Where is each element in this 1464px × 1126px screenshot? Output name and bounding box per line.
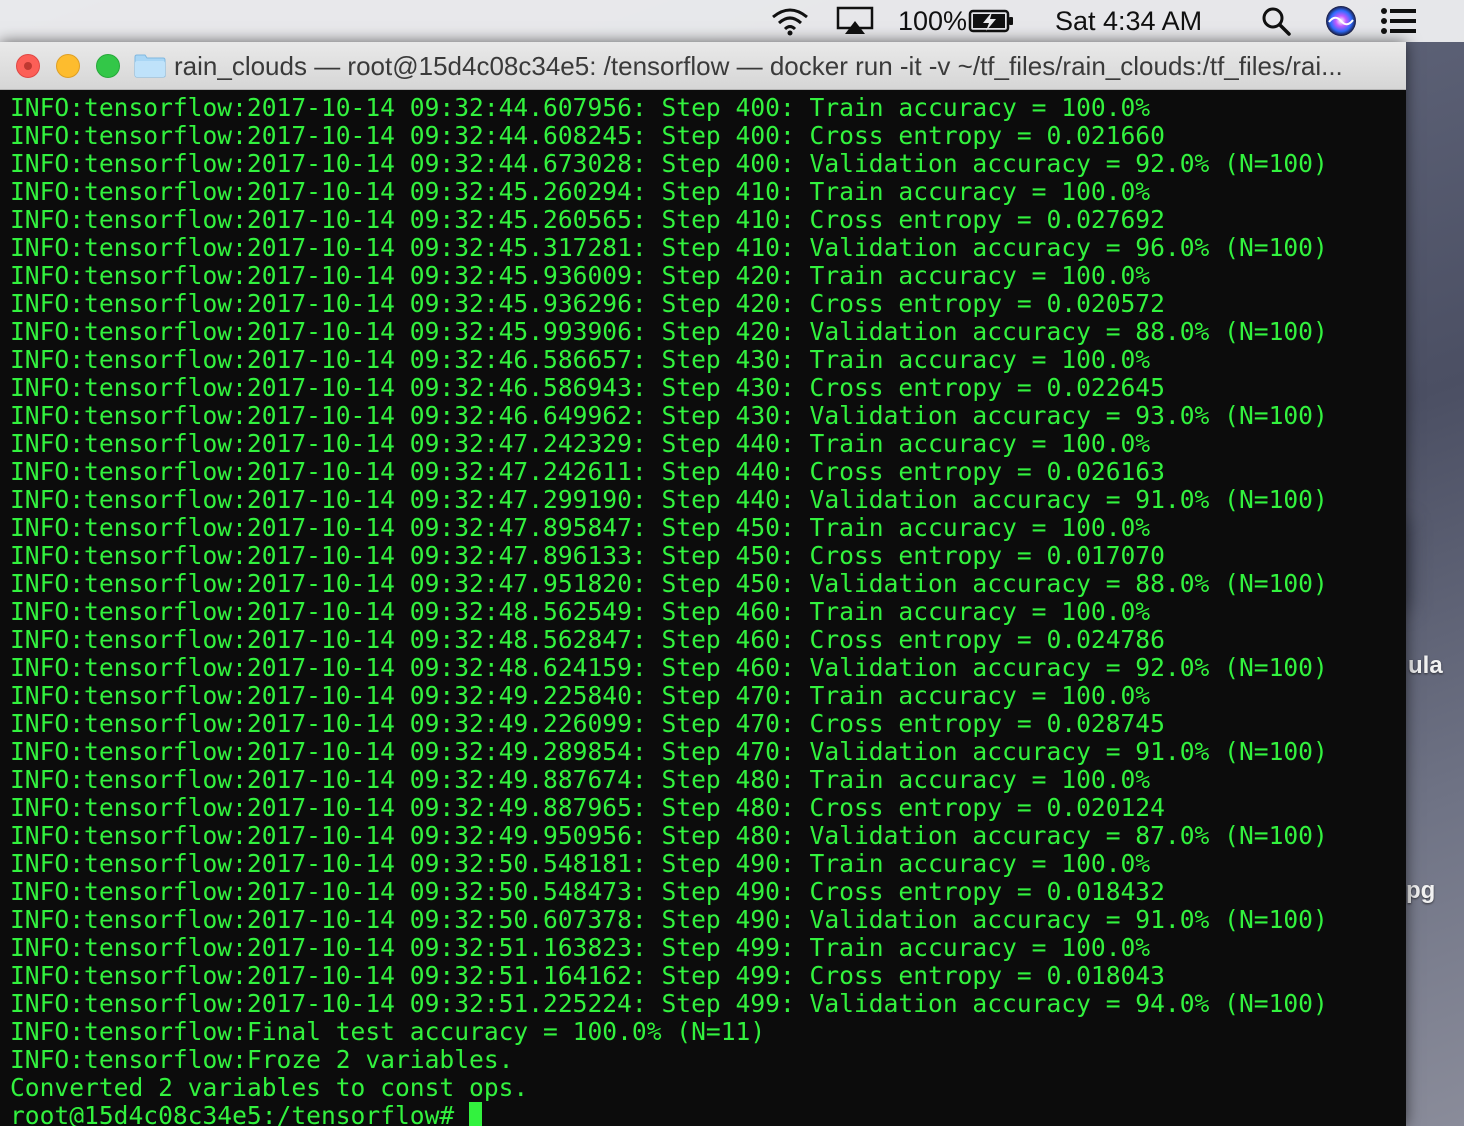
shell-prompt: root@15d4c08c34e5:/tensorflow# (10, 1101, 470, 1126)
minimize-window-button[interactable] (56, 54, 80, 78)
zoom-window-button[interactable] (96, 54, 120, 78)
terminal-cursor (469, 1102, 483, 1126)
terminal-line: INFO:tensorflow:2017-10-14 09:32:49.9509… (10, 821, 1328, 850)
terminal-line: INFO:tensorflow:2017-10-14 09:32:45.2605… (10, 205, 1165, 234)
wifi-icon[interactable] (770, 0, 816, 42)
terminal-line: INFO:tensorflow:2017-10-14 09:32:50.6073… (10, 905, 1328, 934)
terminal-line: INFO:tensorflow:2017-10-14 09:32:47.8961… (10, 541, 1165, 570)
folder-icon (134, 54, 166, 78)
desktop-icon-label[interactable]: pg (1406, 877, 1435, 905)
battery-percent[interactable]: 100% (898, 0, 967, 42)
desktop-icon-label[interactable]: ula (1408, 652, 1443, 680)
terminal-line: INFO:tensorflow:2017-10-14 09:32:51.1638… (10, 933, 1151, 962)
terminal-line: INFO:tensorflow:2017-10-14 09:32:49.8879… (10, 793, 1165, 822)
terminal-line: INFO:tensorflow:2017-10-14 09:32:47.8958… (10, 513, 1151, 542)
terminal-line: INFO:tensorflow:2017-10-14 09:32:51.1641… (10, 961, 1165, 990)
terminal-line: INFO:tensorflow:2017-10-14 09:32:44.6079… (10, 93, 1151, 122)
terminal-line: INFO:tensorflow:2017-10-14 09:32:49.2258… (10, 681, 1151, 710)
terminal-line: INFO:tensorflow:2017-10-14 09:32:45.3172… (10, 233, 1328, 262)
terminal-line: INFO:tensorflow:2017-10-14 09:32:46.6499… (10, 401, 1328, 430)
window-title: rain_clouds — root@15d4c08c34e5: /tensor… (174, 51, 1343, 81)
terminal-line: INFO:tensorflow:2017-10-14 09:32:49.8876… (10, 765, 1151, 794)
terminal-line: INFO:tensorflow:2017-10-14 09:32:45.2602… (10, 177, 1151, 206)
terminal-window: rain_clouds — root@15d4c08c34e5: /tensor… (0, 42, 1406, 1126)
terminal-line: INFO:tensorflow:2017-10-14 09:32:51.2252… (10, 989, 1328, 1018)
menu-clock[interactable]: Sat 4:34 AM (1055, 0, 1202, 42)
terminal-line: INFO:tensorflow:2017-10-14 09:32:47.2423… (10, 429, 1151, 458)
terminal-line: INFO:tensorflow:2017-10-14 09:32:48.5625… (10, 597, 1151, 626)
terminal-line: INFO:tensorflow:2017-10-14 09:32:50.5484… (10, 877, 1165, 906)
terminal-line: INFO:tensorflow:2017-10-14 09:32:49.2898… (10, 737, 1328, 766)
terminal-prompt-line[interactable]: root@15d4c08c34e5:/tensorflow# (10, 1102, 1406, 1126)
terminal-line: INFO:tensorflow:2017-10-14 09:32:49.2260… (10, 709, 1165, 738)
terminal-output[interactable]: INFO:tensorflow:2017-10-14 09:32:44.6079… (0, 94, 1406, 1126)
terminal-line: INFO:tensorflow:Final test accuracy = 10… (10, 1017, 766, 1046)
terminal-line: INFO:tensorflow:2017-10-14 09:32:46.5869… (10, 373, 1165, 402)
terminal-line: INFO:tensorflow:2017-10-14 09:32:45.9360… (10, 261, 1151, 290)
close-window-button[interactable] (16, 54, 40, 78)
airplay-icon[interactable] (836, 0, 876, 42)
terminal-line: INFO:tensorflow:2017-10-14 09:32:47.9518… (10, 569, 1328, 598)
notification-center-icon[interactable] (1380, 0, 1420, 42)
terminal-line: INFO:tensorflow:2017-10-14 09:32:46.5866… (10, 345, 1151, 374)
menu-bar: 100% Sat 4:34 AM (0, 0, 1464, 42)
terminal-line: INFO:tensorflow:2017-10-14 09:32:47.2426… (10, 457, 1165, 486)
terminal-line: INFO:tensorflow:2017-10-14 09:32:44.6730… (10, 149, 1328, 178)
battery-charging-icon[interactable] (968, 0, 1018, 42)
window-titlebar[interactable]: rain_clouds — root@15d4c08c34e5: /tensor… (0, 42, 1406, 90)
terminal-line: INFO:tensorflow:2017-10-14 09:32:48.5628… (10, 625, 1165, 654)
terminal-line: INFO:tensorflow:2017-10-14 09:32:45.9362… (10, 289, 1165, 318)
spotlight-search-icon[interactable] (1260, 0, 1294, 42)
terminal-line: INFO:tensorflow:Froze 2 variables. (10, 1045, 514, 1074)
siri-icon[interactable] (1325, 0, 1359, 42)
terminal-line: INFO:tensorflow:2017-10-14 09:32:48.6241… (10, 653, 1328, 682)
terminal-line: INFO:tensorflow:2017-10-14 09:32:45.9939… (10, 317, 1328, 346)
terminal-line: INFO:tensorflow:2017-10-14 09:32:47.2991… (10, 485, 1328, 514)
terminal-line: Converted 2 variables to const ops. (10, 1073, 529, 1102)
terminal-line: INFO:tensorflow:2017-10-14 09:32:50.5481… (10, 849, 1151, 878)
terminal-line: INFO:tensorflow:2017-10-14 09:32:44.6082… (10, 121, 1165, 150)
